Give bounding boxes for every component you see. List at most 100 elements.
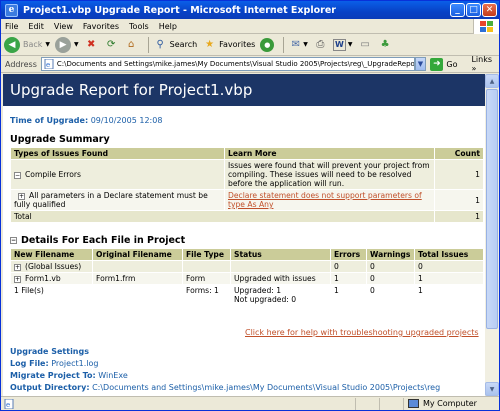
declare-help-link[interactable]: Declare statement does not support param… <box>228 191 422 209</box>
favorites-button[interactable]: ★ Favorites <box>202 37 255 52</box>
address-label: Address <box>5 59 37 69</box>
form-type: Form <box>182 272 231 285</box>
svg-text:e: e <box>6 401 10 409</box>
output-value: C:\Documents and Settings\mike.james\My … <box>92 383 441 392</box>
details-heading: Details For Each File in Project <box>21 235 186 246</box>
compile-errors-count: 1 <box>434 159 484 190</box>
details-heading-row: − Details For Each File in Project <box>10 235 485 246</box>
stop-button[interactable]: ✖ <box>84 37 99 52</box>
summary-header-types: Types of Issues Found <box>10 147 225 160</box>
scroll-up-icon[interactable]: ▲ <box>485 74 499 88</box>
media-button[interactable]: ● <box>260 37 275 52</box>
output-label: Output Directory: <box>10 383 90 392</box>
menu-favorites[interactable]: Favorites <box>83 22 119 31</box>
messenger-icon: ♣ <box>380 39 390 50</box>
forward-button[interactable]: ▶ ▼ <box>55 36 79 53</box>
expand-icon[interactable]: + <box>14 263 21 271</box>
messenger-button[interactable]: ♣ <box>378 37 393 52</box>
mail-button[interactable]: ✉ ▼ <box>288 37 308 52</box>
expand-icon[interactable]: + <box>14 275 21 283</box>
global-issues-name: (Global Issues) <box>25 262 82 271</box>
toolbar-separator <box>147 36 149 53</box>
migrate-line: Migrate Project To: WinExe <box>10 371 440 380</box>
files-count: 1 File(s) <box>10 284 93 306</box>
scroll-down-icon[interactable]: ▼ <box>485 382 499 396</box>
details-header-warnings: Warnings <box>366 248 415 261</box>
total-count: 1 <box>434 210 484 223</box>
log-file-line: Log File: Project1.log <box>10 359 440 368</box>
title-bar[interactable]: e Project1.vbp Upgrade Report - Microsof… <box>1 1 499 19</box>
declare-issue-label: All parameters in a Declare statement mu… <box>14 191 208 209</box>
address-dropdown-icon[interactable]: ▼ <box>414 57 427 71</box>
status-cell <box>380 397 404 410</box>
log-value: Project1.log <box>51 359 99 368</box>
details-header-original: Original Filename <box>92 248 183 261</box>
time-label: Time of Upgrade: <box>10 116 89 125</box>
files-type: Forms: 1 <box>182 284 231 306</box>
menu-edit[interactable]: Edit <box>28 22 44 31</box>
favorites-label: Favorites <box>219 40 256 49</box>
table-row: Total 1 <box>10 210 484 223</box>
table-row: + (Global Issues) 0 0 0 <box>10 260 484 273</box>
svg-text:e: e <box>46 61 50 69</box>
total-label: Total <box>10 210 435 223</box>
stop-icon: ✖ <box>86 39 96 50</box>
migrate-label: Migrate Project To: <box>10 371 96 380</box>
links-button[interactable]: Links » <box>471 55 499 73</box>
time-of-upgrade: Time of Upgrade: 09/10/2005 12:08 <box>10 116 485 125</box>
report-title: Upgrade Report for Project1.vbp <box>3 74 485 106</box>
minimize-button[interactable]: _ <box>450 3 465 17</box>
collapse-icon[interactable]: − <box>14 171 21 179</box>
scroll-thumb[interactable] <box>486 89 498 329</box>
files-errors: 1 <box>330 284 367 306</box>
close-button[interactable]: ✕ <box>482 3 497 17</box>
global-errors: 0 <box>330 260 367 273</box>
print-button[interactable]: ⎙ <box>313 37 328 52</box>
declare-link-cell: Declare statement does not support param… <box>224 189 435 211</box>
discuss-button[interactable]: ▭ <box>358 37 373 52</box>
menu-tools[interactable]: Tools <box>129 22 149 31</box>
address-value: C:\Documents and Settings\mike.james\My … <box>56 60 415 68</box>
menu-help[interactable]: Help <box>159 22 177 31</box>
vertical-scrollbar[interactable]: ▲ ▼ <box>485 74 499 396</box>
home-icon: ⌂ <box>127 39 135 50</box>
ie-app-icon: e <box>5 3 18 17</box>
declare-issue-cell: + All parameters in a Declare statement m… <box>10 189 225 211</box>
expand-icon[interactable]: + <box>18 192 25 200</box>
empty-cell <box>230 260 331 273</box>
table-row: + All parameters in a Declare statement m… <box>10 189 484 211</box>
go-button[interactable]: ➜ Go <box>430 57 457 71</box>
compile-errors-cell: − Compile Errors <box>10 159 225 190</box>
details-header-errors: Errors <box>330 248 367 261</box>
compile-errors-label: Compile Errors <box>25 170 81 179</box>
edit-button[interactable]: W ▼ <box>332 38 353 51</box>
window-title: Project1.vbp Upgrade Report - Microsoft … <box>23 4 336 16</box>
menu-view[interactable]: View <box>54 22 73 31</box>
address-input[interactable]: e C:\Documents and Settings\mike.james\M… <box>40 57 415 71</box>
refresh-button[interactable]: ⟳ <box>104 37 119 52</box>
table-row: − Compile Errors Issues were found that w… <box>10 159 484 190</box>
declare-count: 1 <box>434 189 484 211</box>
files-status: Upgraded: 1 Not upgraded: 0 <box>230 284 331 306</box>
maximize-button[interactable]: □ <box>466 3 481 17</box>
status-done-icon: e <box>1 397 356 410</box>
back-button[interactable]: ◀ Back ▼ <box>4 36 50 53</box>
home-button[interactable]: ⌂ <box>124 37 139 52</box>
settings-heading: Upgrade Settings <box>10 347 89 356</box>
discuss-icon: ▭ <box>360 39 370 50</box>
form-original: Form1.frm <box>92 272 183 285</box>
upgrade-settings: Upgrade Settings Log File: Project1.log … <box>10 347 440 395</box>
collapse-icon[interactable]: − <box>10 237 17 244</box>
compile-errors-desc: Issues were found that will prevent your… <box>224 159 435 190</box>
details-table: New Filename Original Filename File Type… <box>10 248 484 306</box>
output-line: Output Directory: C:\Documents and Setti… <box>10 383 440 392</box>
browser-window: e Project1.vbp Upgrade Report - Microsof… <box>0 0 500 411</box>
global-warnings: 0 <box>366 260 415 273</box>
toolbar: ◀ Back ▼ ▶ ▼ ✖ ⟳ ⌂ ⚲ Search ★ Favorites … <box>1 34 499 56</box>
menu-file[interactable]: File <box>5 22 18 31</box>
security-zone: My Computer <box>404 399 499 408</box>
files-upgraded: Upgraded: 1 <box>234 286 282 295</box>
details-header-new: New Filename <box>10 248 93 261</box>
troubleshooting-help-link[interactable]: Click here for help with troubleshooting… <box>245 328 479 337</box>
search-button[interactable]: ⚲ Search <box>153 37 198 52</box>
